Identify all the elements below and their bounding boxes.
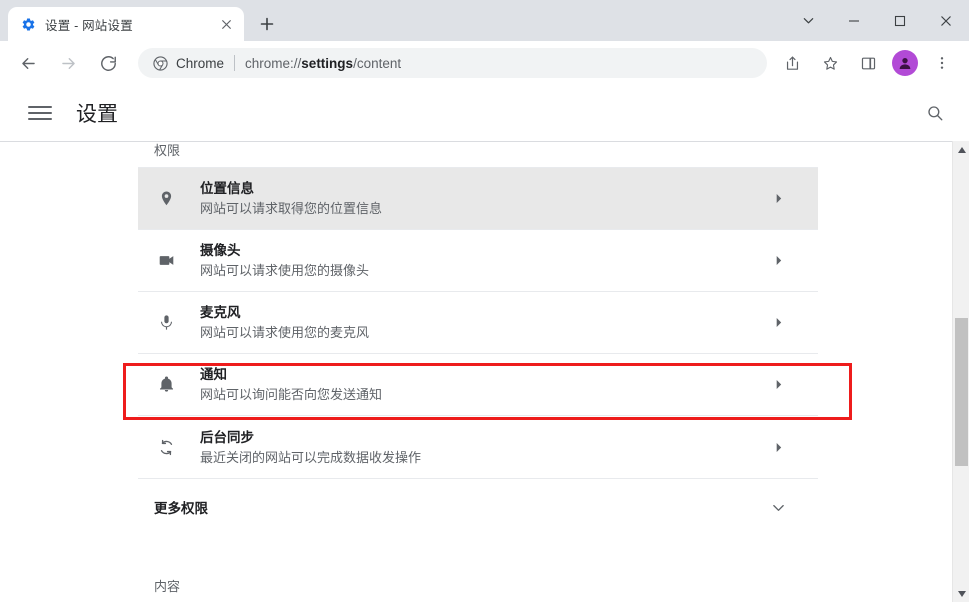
permission-subtitle: 网站可以请求使用您的麦克风	[200, 325, 370, 340]
permission-row-text: 通知 网站可以询问能否向您发送通知	[200, 365, 768, 404]
permission-title: 麦克风	[200, 305, 241, 320]
chevron-right-icon[interactable]	[768, 375, 788, 395]
microphone-icon	[154, 311, 178, 335]
omnibox-separator	[234, 55, 236, 71]
chevron-right-icon[interactable]	[768, 189, 788, 209]
chevron-right-icon[interactable]	[768, 251, 788, 271]
sync-refresh-icon	[154, 435, 178, 459]
profile-avatar[interactable]	[892, 50, 918, 76]
settings-content-area: 权限 位置信息 网站可以请求取得您的位置信息 摄像头 网站可以请求使用您的摄像头…	[0, 141, 969, 602]
hamburger-line	[28, 111, 52, 114]
back-button[interactable]	[12, 47, 44, 79]
side-panel-icon[interactable]	[852, 47, 884, 79]
omnibox-chip-label: Chrome	[176, 55, 225, 71]
scrollbar-thumb[interactable]	[955, 318, 968, 466]
hamburger-line	[28, 105, 52, 108]
tab-strip: 设置 - 网站设置	[0, 0, 969, 41]
chevron-right-icon[interactable]	[768, 437, 788, 457]
browser-toolbar: Chrome chrome://settings/content	[0, 41, 969, 85]
permission-title: 后台同步	[200, 429, 254, 445]
reload-button[interactable]	[92, 47, 124, 79]
permissions-card: 位置信息 网站可以请求取得您的位置信息 摄像头 网站可以请求使用您的摄像头 麦克…	[138, 167, 818, 479]
section-label-content: 内容	[154, 579, 181, 594]
permission-subtitle: 网站可以询问能否向您发送通知	[200, 387, 383, 402]
hamburger-line	[28, 117, 52, 120]
camera-icon	[154, 249, 178, 273]
permission-subtitle: 最近关闭的网站可以完成数据收发操作	[200, 449, 422, 465]
more-menu-icon[interactable]	[926, 47, 958, 79]
scroll-down-arrow-icon[interactable]	[953, 585, 969, 602]
url-suffix: /content	[353, 55, 402, 71]
search-icon[interactable]	[921, 99, 949, 127]
chevron-down-icon[interactable]	[768, 497, 788, 517]
permission-row-text: 位置信息 网站可以请求取得您的位置信息	[200, 179, 768, 218]
permission-row-text: 后台同步 最近关闭的网站可以完成数据收发操作	[200, 428, 768, 467]
bell-notification-icon	[154, 373, 178, 397]
vertical-scrollbar[interactable]	[952, 141, 969, 602]
permission-subtitle: 网站可以请求使用您的摄像头	[200, 263, 370, 278]
settings-gear-icon	[20, 16, 36, 32]
permission-row-location[interactable]: 位置信息 网站可以请求取得您的位置信息	[138, 168, 818, 230]
bookmark-star-icon[interactable]	[814, 47, 846, 79]
permission-row-text: 麦克风 网站可以请求使用您的麦克风	[200, 303, 768, 342]
permission-subtitle: 网站可以请求取得您的位置信息	[200, 201, 383, 216]
url-prefix: chrome://	[245, 55, 302, 71]
permission-title: 摄像头	[200, 243, 241, 258]
scroll-up-arrow-icon[interactable]	[953, 141, 969, 158]
permission-title: 通知	[200, 367, 227, 382]
tab-title: 设置 - 网站设置	[45, 18, 133, 33]
hamburger-menu-icon[interactable]	[28, 101, 52, 125]
settings-header: 设置	[0, 85, 969, 141]
browser-window: 设置 - 网站设置 Chrome chrome://settings/conte…	[0, 0, 969, 602]
location-pin-icon	[154, 187, 178, 211]
permission-title: 位置信息	[200, 181, 254, 196]
chevron-right-icon[interactable]	[768, 313, 788, 333]
address-bar[interactable]: Chrome chrome://settings/content	[138, 48, 767, 78]
forward-button[interactable]	[52, 47, 84, 79]
omnibox-url: chrome://settings/content	[245, 56, 401, 71]
minimize-button[interactable]	[831, 0, 877, 41]
more-permissions-label: 更多权限	[154, 501, 208, 516]
maximize-button[interactable]	[877, 0, 923, 41]
browser-tab-settings[interactable]: 设置 - 网站设置	[8, 7, 244, 41]
url-bold-part: settings	[301, 55, 354, 71]
tab-search-button[interactable]	[785, 0, 831, 41]
tab-close-icon[interactable]	[216, 14, 236, 34]
window-controls	[785, 0, 969, 41]
share-icon[interactable]	[776, 47, 808, 79]
site-settings-page: 权限 位置信息 网站可以请求取得您的位置信息 摄像头 网站可以请求使用您的摄像头…	[138, 141, 818, 595]
permission-row-camera[interactable]: 摄像头 网站可以请求使用您的摄像头	[138, 230, 818, 292]
chrome-logo-icon	[152, 55, 168, 71]
new-tab-button[interactable]	[253, 10, 281, 38]
permission-row-microphone[interactable]: 麦克风 网站可以请求使用您的麦克风	[138, 292, 818, 354]
page-title: 设置	[76, 102, 118, 126]
close-window-button[interactable]	[923, 0, 969, 41]
permission-row-notifications[interactable]: 通知 网站可以询问能否向您发送通知	[138, 354, 818, 416]
more-permissions-expander[interactable]: 更多权限	[138, 479, 818, 535]
section-label-permissions: 权限	[154, 143, 181, 158]
permission-row-background-sync[interactable]: 后台同步 最近关闭的网站可以完成数据收发操作	[138, 416, 818, 478]
permission-row-text: 摄像头 网站可以请求使用您的摄像头	[200, 241, 768, 280]
